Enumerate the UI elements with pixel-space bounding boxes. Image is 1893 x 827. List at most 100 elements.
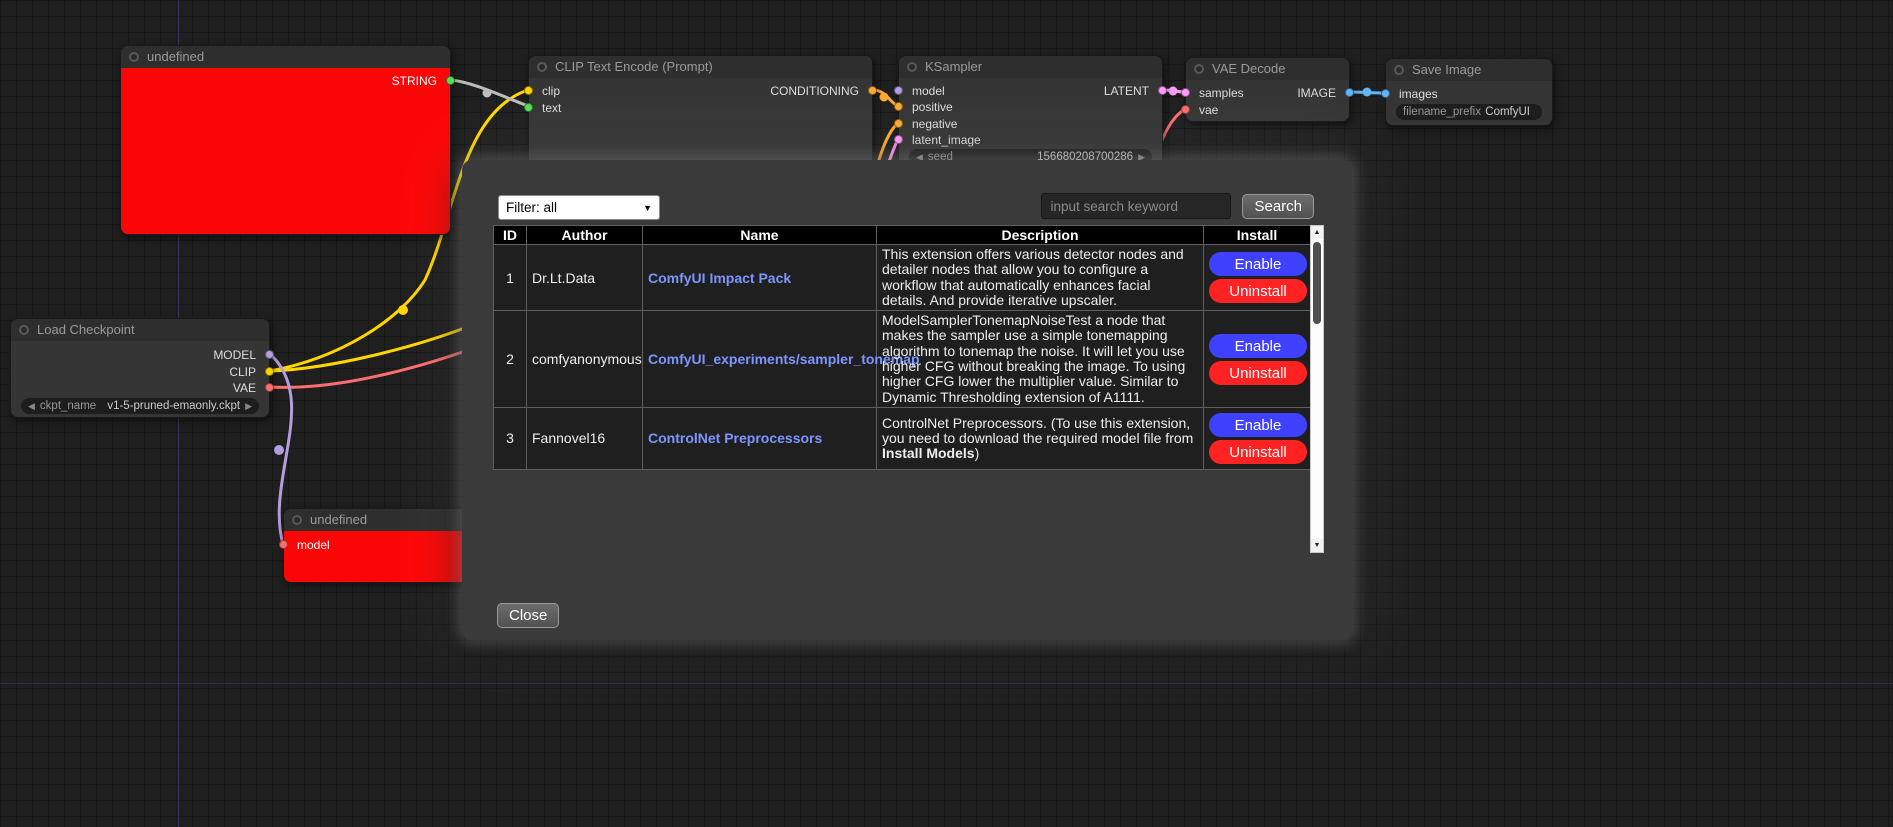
cell-author: comfyanonymous — [527, 311, 643, 408]
slot-row-images: images — [1386, 86, 1552, 102]
comfyui-manager-dialog: Filter: all ▼ Search ID Author Name Desc… — [462, 160, 1352, 640]
link-dot-image — [1363, 88, 1372, 97]
cell-id: 3 — [494, 407, 527, 469]
uninstall-button[interactable]: Uninstall — [1209, 361, 1307, 385]
scrollbar-thumb[interactable] — [1313, 242, 1321, 324]
cell-author: Fannovel16 — [527, 407, 643, 469]
search-button[interactable]: Search — [1242, 194, 1314, 219]
filter-select[interactable]: Filter: all — [498, 195, 660, 220]
link-dot-conditioning — [880, 93, 889, 102]
cell-install: Enable Uninstall — [1204, 407, 1311, 469]
cell-install: Enable Uninstall — [1204, 245, 1311, 311]
uninstall-button[interactable]: Uninstall — [1209, 279, 1307, 303]
cell-id: 2 — [494, 311, 527, 408]
node-title: undefined — [147, 49, 204, 64]
cell-description: This extension offers various detector n… — [877, 245, 1204, 311]
node-title: CLIP Text Encode (Prompt) — [555, 59, 713, 74]
header-description: Description — [877, 226, 1204, 245]
table-row: 3 Fannovel16 ControlNet Preprocessors Co… — [494, 407, 1311, 469]
node-clip-text-encode[interactable]: CLIP Text Encode (Prompt) clip CONDITION… — [528, 55, 873, 175]
widget-left-arrow-icon[interactable]: ◀ — [28, 398, 35, 414]
enable-button[interactable]: Enable — [1209, 252, 1307, 276]
close-button[interactable]: Close — [497, 603, 559, 628]
output-port-image[interactable] — [1345, 88, 1354, 97]
filename-prefix-widget[interactable]: filename_prefix ComfyUI — [1396, 104, 1542, 120]
input-port-model[interactable] — [894, 86, 903, 95]
slot-row-samples-image: samples IMAGE — [1186, 85, 1349, 101]
output-port-model[interactable] — [265, 350, 274, 359]
link-dot-string — [483, 89, 492, 98]
table-row: 1 Dr.Lt.Data ComfyUI Impact Pack This ex… — [494, 245, 1311, 311]
input-port-text[interactable] — [524, 103, 533, 112]
input-port-images[interactable] — [1381, 89, 1390, 98]
node-title-bar[interactable]: undefined — [121, 46, 450, 68]
output-port-clip[interactable] — [265, 367, 274, 376]
search-group: Search — [1041, 193, 1314, 219]
node-title-bar[interactable]: KSampler — [899, 56, 1162, 78]
node-title: undefined — [310, 512, 367, 527]
widget-right-arrow-icon[interactable]: ▶ — [245, 398, 252, 414]
slot-row-negative: negative — [899, 116, 1162, 132]
node-collapse-dot-icon[interactable] — [19, 325, 29, 335]
input-port-clip[interactable] — [524, 86, 533, 95]
table-header-row: ID Author Name Description Install — [494, 226, 1311, 245]
node-collapse-dot-icon[interactable] — [1394, 65, 1404, 75]
node-body — [121, 68, 450, 234]
node-title-bar[interactable]: CLIP Text Encode (Prompt) — [529, 56, 872, 78]
node-collapse-dot-icon[interactable] — [292, 515, 302, 525]
node-collapse-dot-icon[interactable] — [129, 52, 139, 62]
slot-row-vae: vae — [1186, 102, 1349, 118]
link-dot-latent — [1169, 87, 1178, 96]
output-port-vae[interactable] — [265, 383, 274, 392]
uninstall-button[interactable]: Uninstall — [1209, 440, 1307, 464]
cell-id: 1 — [494, 245, 527, 311]
node-title-bar[interactable]: VAE Decode — [1186, 58, 1349, 80]
header-install: Install — [1204, 226, 1311, 245]
scroll-down-button[interactable]: ▼ — [1311, 539, 1323, 552]
node-ksampler[interactable]: KSampler model LATENT positive negative … — [898, 55, 1163, 170]
node-title: Save Image — [1412, 62, 1481, 77]
cell-name: ControlNet Preprocessors — [643, 407, 877, 469]
input-port-positive[interactable] — [894, 102, 903, 111]
slot-row-positive: positive — [899, 99, 1162, 115]
input-port-vae[interactable] — [1181, 105, 1190, 114]
enable-button[interactable]: Enable — [1209, 413, 1307, 437]
node-save-image[interactable]: Save Image images filename_prefix ComfyU… — [1385, 58, 1553, 126]
cell-author: Dr.Lt.Data — [527, 245, 643, 311]
output-slot-string: STRING — [121, 73, 450, 89]
cell-description: ModelSamplerTonemapNoiseTest a node that… — [877, 311, 1204, 408]
node-title: KSampler — [925, 59, 982, 74]
search-input[interactable] — [1041, 193, 1231, 219]
wire-vae-left — [270, 342, 490, 387]
slot-row-text: text — [529, 100, 872, 116]
node-load-checkpoint[interactable]: Load Checkpoint MODEL CLIP VAE ◀ ckpt_na… — [10, 318, 270, 418]
node-title-bar[interactable]: Save Image — [1386, 59, 1552, 81]
extension-table-wrap: ID Author Name Description Install 1 Dr.… — [493, 225, 1324, 553]
node-collapse-dot-icon[interactable] — [907, 62, 917, 72]
scroll-up-button[interactable]: ▲ — [1311, 226, 1323, 239]
node-collapse-dot-icon[interactable] — [1194, 64, 1204, 74]
extension-link[interactable]: ComfyUI_experiments/sampler_tonemap — [648, 351, 920, 367]
node-collapse-dot-icon[interactable] — [537, 62, 547, 72]
input-port-negative[interactable] — [894, 119, 903, 128]
slot-row-model-out: MODEL — [11, 347, 269, 363]
output-port-conditioning[interactable] — [868, 86, 877, 95]
enable-button[interactable]: Enable — [1209, 334, 1307, 358]
extension-link[interactable]: ComfyUI Impact Pack — [648, 270, 791, 286]
cell-name: ComfyUI Impact Pack — [643, 245, 877, 311]
ckpt-name-widget[interactable]: ◀ ckpt_name v1-5-pruned-emaonly.ckpt ▶ — [21, 398, 259, 414]
node-title: Load Checkpoint — [37, 322, 135, 337]
extension-link[interactable]: ControlNet Preprocessors — [648, 430, 822, 446]
node-title: VAE Decode — [1212, 61, 1285, 76]
output-port-string[interactable] — [446, 76, 455, 85]
node-undefined-top[interactable]: undefined STRING — [120, 45, 451, 235]
node-vae-decode[interactable]: VAE Decode samples IMAGE vae — [1185, 57, 1350, 122]
input-port-latent-image[interactable] — [894, 135, 903, 144]
scrollbar-track[interactable]: ▲ ▼ — [1310, 225, 1324, 553]
input-port-model[interactable] — [279, 540, 288, 549]
link-dot-clip — [398, 305, 408, 315]
input-port-samples[interactable] — [1181, 88, 1190, 97]
node-title-bar[interactable]: Load Checkpoint — [11, 319, 269, 341]
output-port-latent[interactable] — [1158, 86, 1167, 95]
table-row: 2 comfyanonymous ComfyUI_experiments/sam… — [494, 311, 1311, 408]
